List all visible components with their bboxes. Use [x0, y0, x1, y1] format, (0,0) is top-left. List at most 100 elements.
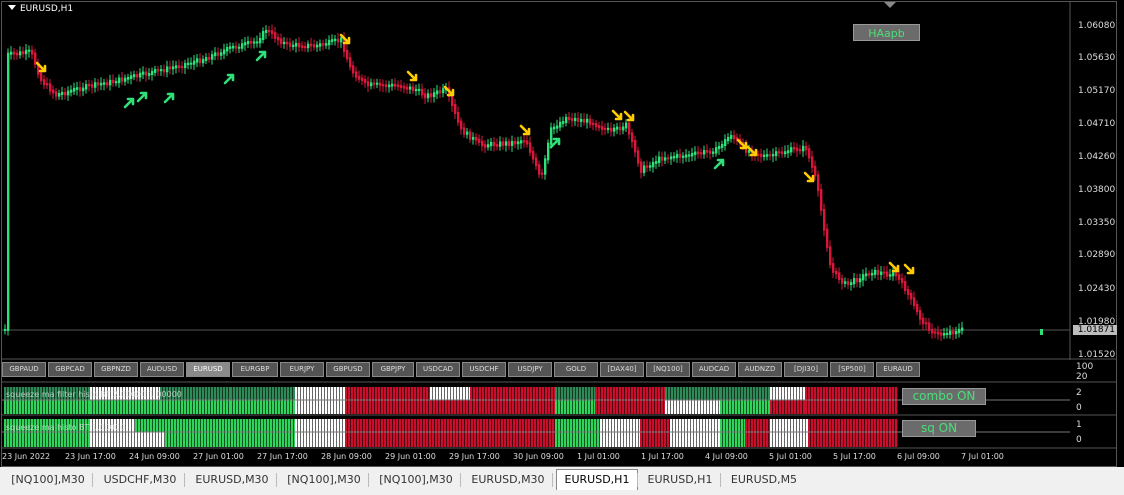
indicator2-bar — [609, 419, 612, 432]
indicator2-bar — [387, 432, 390, 447]
symbol-button-gbpcad[interactable]: GBPCAD — [48, 362, 92, 377]
chart-tabs: [NQ100],M30 USDCHF,M30 EURUSD,M30 [NQ100],M… — [0, 467, 1124, 495]
indicator2-bar — [785, 419, 788, 432]
indicator2-bar — [865, 432, 868, 447]
indicator1-bar — [485, 400, 488, 414]
symbol-button-gbpjpy[interactable]: GBPJPY — [372, 362, 414, 377]
candle-body — [223, 49, 226, 55]
indicator1-bar — [411, 400, 414, 414]
haapb-button[interactable]: HAapb — [853, 24, 920, 41]
indicator2-bar — [345, 432, 348, 447]
indicator1-bar — [85, 400, 88, 414]
symbol-button-eurgbp[interactable]: EURGBP — [232, 362, 278, 377]
symbol-button-eurusd[interactable]: EURUSD — [186, 362, 230, 377]
symbol-button-gold[interactable]: GOLD — [554, 362, 598, 377]
symbol-button-audusd[interactable]: AUDUSD — [140, 362, 184, 377]
indicator2-bar — [456, 419, 459, 432]
indicator1-bar — [114, 400, 117, 414]
candle-body — [313, 44, 316, 48]
indicator2-bar — [694, 419, 697, 432]
chart-tab-7[interactable]: EURUSD,H1 — [641, 471, 719, 489]
indicator1-bar — [399, 387, 402, 400]
candle-body — [481, 140, 484, 147]
chart-tab-5[interactable]: EURUSD,M30 — [464, 471, 552, 489]
symbol-button-audnzd[interactable]: AUDNZD — [738, 362, 782, 377]
indicator1-bar — [573, 400, 576, 414]
indicator1-bar — [726, 387, 729, 400]
indicator2-bar — [700, 419, 703, 432]
indicator2-bar — [582, 419, 585, 432]
symbol-button-usdcad[interactable]: USDCAD — [416, 362, 460, 377]
candle-body — [439, 90, 442, 94]
indicator1-bar — [470, 400, 473, 414]
indicator1-bar — [156, 400, 159, 414]
symbol-button-sp500[interactable]: [SP500] — [830, 362, 874, 377]
indicator2-bar — [408, 432, 411, 447]
indicator2-bar — [402, 419, 405, 432]
symbol-button-dax40[interactable]: [DAX40] — [600, 362, 644, 377]
indicator2-bar — [384, 419, 387, 432]
sq-on-button[interactable]: sq ON — [902, 420, 976, 437]
symbol-button-gbpnzd[interactable]: GBPNZD — [94, 362, 138, 377]
indicator2-bar — [93, 432, 96, 447]
indicator2-bar — [372, 419, 375, 432]
indicator2-bar — [892, 419, 895, 432]
indicator2-bar — [624, 432, 627, 447]
combo-on-button[interactable]: combo ON — [902, 388, 986, 405]
terminal-window: EURUSD,H1 1.06080 1.05630 1.05170 1.04710 1.… — [0, 0, 1124, 495]
candle-body — [904, 281, 907, 292]
indicator1-bar — [680, 387, 683, 400]
indicator2-bar — [646, 432, 649, 447]
indicator1-bar — [82, 400, 85, 414]
chart-tab-4[interactable]: [NQ100],M30 — [372, 471, 460, 489]
indicator1-bar — [823, 387, 826, 400]
candle-body — [670, 156, 673, 160]
symbol-button-gbpusd[interactable]: GBPUSD — [326, 362, 370, 377]
indicator2-bar — [817, 432, 820, 447]
candle-body — [124, 77, 127, 82]
indicator2-bar — [334, 419, 337, 432]
chart-tab-1[interactable]: USDCHF,M30 — [96, 471, 184, 489]
symbol-button-usdjpy[interactable]: USDJPY — [508, 362, 552, 377]
candle-body — [820, 189, 823, 211]
indicator1-bar — [652, 400, 655, 414]
candle-body — [586, 118, 589, 123]
symbol-button-nq100[interactable]: [NQ100] — [646, 362, 690, 377]
candle-body — [94, 82, 97, 88]
indicator2-bar — [432, 419, 435, 432]
indicator1-bar — [239, 387, 242, 400]
indicator2-bar — [504, 432, 507, 447]
indicator2-bar — [471, 432, 474, 447]
symbol-button-usdchf[interactable]: USDCHF — [462, 362, 506, 377]
indicator2-bar — [231, 432, 234, 447]
symbol-button-euraud[interactable]: EURAUD — [876, 362, 920, 377]
chart-tab-0[interactable]: [NQ100],M30 — [4, 471, 92, 489]
symbol-button-dji30[interactable]: [DJI30] — [784, 362, 828, 377]
indicator2-bar — [141, 432, 144, 447]
indicator1-bar — [524, 387, 527, 400]
chart-tab-2[interactable]: EURUSD,M30 — [188, 471, 276, 489]
indicator1-bar — [417, 400, 420, 414]
indicator2-bar — [79, 432, 82, 447]
symbol-button-eurjpy[interactable]: EURJPY — [280, 362, 324, 377]
indicator2-bar — [754, 432, 757, 447]
candle-body — [661, 156, 664, 161]
indicator2-bar — [360, 419, 363, 432]
indicator1-bar — [646, 387, 649, 400]
indicator2-bar — [198, 432, 201, 447]
indicator2-bar — [844, 432, 847, 447]
symbol-button-audcad[interactable]: AUDCAD — [692, 362, 736, 377]
candle-body — [91, 84, 94, 88]
chart-tab-8[interactable]: EURUSD,M5 — [724, 471, 804, 489]
chart-tab-6[interactable]: EURUSD,H1 — [556, 469, 638, 490]
symbol-button-gbpaud[interactable]: GBPAUD — [2, 362, 46, 377]
chart-tab-3[interactable]: [NQ100],M30 — [280, 471, 368, 489]
indicator1-bar — [263, 387, 266, 400]
indicator2-bar — [670, 432, 673, 447]
indicator2-bar — [186, 432, 189, 447]
indicator1-bar — [426, 400, 429, 414]
indicator1-bar — [643, 387, 646, 400]
indicator2-bar — [729, 432, 732, 447]
indicator1-bar — [290, 387, 293, 400]
indicator1-bar — [750, 387, 753, 400]
